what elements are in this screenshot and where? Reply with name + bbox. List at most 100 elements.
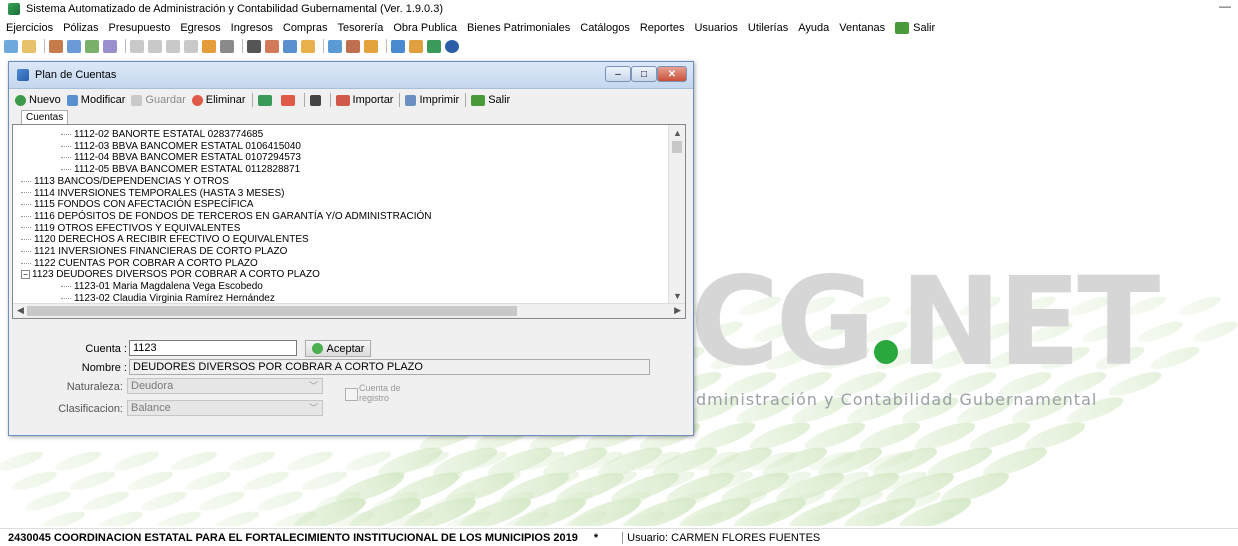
menu-compras[interactable]: Compras	[283, 22, 328, 34]
calculator-icon[interactable]	[247, 39, 261, 53]
certificate-icon[interactable]	[364, 39, 378, 53]
accounts-tree: 1112-02 BANORTE ESTATAL 0283774685 1112-0…	[12, 124, 686, 319]
nuevo-button[interactable]: Nuevo	[15, 94, 61, 106]
eliminar-button[interactable]: Eliminar	[191, 94, 246, 106]
transfer-icon[interactable]	[49, 39, 63, 53]
form-icon[interactable]	[130, 39, 144, 53]
form2-icon[interactable]	[148, 39, 162, 53]
app-icon	[8, 3, 20, 15]
dialog-close-button[interactable]: ✕	[657, 66, 687, 82]
grid-icon[interactable]	[103, 39, 117, 53]
menu-egresos[interactable]: Egresos	[180, 22, 220, 34]
tree-node[interactable]: 1112-04 BBVA BANCOMER ESTATAL 0107294573	[61, 152, 301, 164]
wave-shape	[55, 451, 101, 471]
tree-node[interactable]: 1112-02 BANORTE ESTATAL 0283774685	[61, 129, 263, 141]
wave-shape	[155, 511, 201, 526]
tree-node[interactable]: 1119 OTROS EFECTIVOS Y EQUIVALENTES	[21, 223, 240, 235]
form3-icon[interactable]	[166, 39, 180, 53]
scroll-right-icon[interactable]: ▶	[674, 305, 681, 316]
hscroll-thumb[interactable]	[27, 306, 517, 316]
guardar-button[interactable]: Guardar	[131, 94, 186, 106]
document-icon[interactable]	[85, 39, 99, 53]
status-marker: *	[593, 531, 599, 544]
dialog-minimize-button[interactable]: –	[605, 66, 631, 82]
tree-node[interactable]: 1112-05 BBVA BANCOMER ESTATAL 0112828871	[61, 164, 300, 176]
tree-node[interactable]: 1114 INVERSIONES TEMPORALES (HASTA 3 MES…	[21, 188, 284, 200]
menu-tesorería[interactable]: Tesorería	[338, 22, 384, 34]
wave-shape	[97, 511, 143, 526]
tools-icon[interactable]	[346, 39, 360, 53]
cancel-button[interactable]	[280, 94, 298, 106]
tree-node-label: 1116 DEPÓSITOS DE FONDOS DE TERCEROS EN …	[34, 210, 432, 222]
help-icon[interactable]	[445, 39, 459, 53]
menu-salir[interactable]: Salir	[913, 22, 935, 34]
tab-cuentas[interactable]: Cuentas	[21, 110, 69, 124]
salir-button[interactable]: Salir	[471, 94, 510, 106]
menu-bienes-patrimoniales[interactable]: Bienes Patrimoniales	[467, 22, 570, 34]
binoculars-icon	[309, 94, 321, 106]
menu-obra-publica[interactable]: Obra Publica	[393, 22, 457, 34]
cart-icon[interactable]	[283, 39, 297, 53]
tree-node-label: 1112-04 BBVA BANCOMER ESTATAL 0107294573	[74, 152, 301, 164]
print-icon[interactable]	[220, 39, 234, 53]
nombre-label: Nombre :	[81, 362, 127, 374]
collapse-icon[interactable]: −	[21, 270, 30, 280]
importar-button[interactable]: Importar	[335, 94, 393, 106]
tree-node[interactable]: 1122 CUENTAS POR COBRAR A CORTO PLAZO	[21, 258, 258, 270]
scroll-up-icon[interactable]: ▲	[673, 128, 682, 138]
tree-node[interactable]: 1115 FONDOS CON AFECTACIÓN ESPECÍFICA	[21, 199, 254, 211]
menu-ayuda[interactable]: Ayuda	[798, 22, 829, 34]
refresh-icon[interactable]	[4, 39, 18, 53]
menu-reportes[interactable]: Reportes	[640, 22, 685, 34]
box-icon[interactable]	[301, 39, 315, 53]
tree-node[interactable]: 1113 BANCOS/DEPENDENCIAS Y OTROS	[21, 176, 229, 188]
tree-node[interactable]: 1116 DEPÓSITOS DE FONDOS DE TERCEROS EN …	[21, 211, 432, 223]
wave-shape	[127, 471, 173, 491]
cuenta-input[interactable]: 1123	[129, 340, 297, 356]
dialog-titlebar: Plan de Cuentas – □ ✕	[9, 62, 693, 89]
edit-icon[interactable]	[265, 39, 279, 53]
tree-node[interactable]: 1123-01 Maria Magdalena Vega Escobedo	[61, 281, 263, 293]
tree-node[interactable]: 1121 INVERSIONES FINANCIERAS DE CORTO PL…	[21, 246, 287, 258]
dialog-toolbar: Nuevo Modificar Guardar Eliminar Importa…	[9, 91, 693, 109]
form4-icon[interactable]	[184, 39, 198, 53]
report-icon[interactable]	[202, 39, 216, 53]
users-icon[interactable]	[409, 39, 423, 53]
scroll-thumb[interactable]	[672, 141, 682, 153]
tree-icon[interactable]	[391, 39, 405, 53]
exchange-icon[interactable]	[67, 39, 81, 53]
cuenta-registro-checkbox[interactable]	[345, 388, 358, 401]
menu-ingresos[interactable]: Ingresos	[231, 22, 273, 34]
delete-icon	[191, 94, 203, 106]
app-title: Sistema Automatizado de Administración y…	[26, 3, 444, 15]
dialog-maximize-button[interactable]: □	[631, 66, 657, 82]
tree-node[interactable]: 1120 DERECHOS A RECIBIR EFECTIVO O EQUIV…	[21, 234, 309, 246]
app-minimize-button[interactable]: —	[1218, 0, 1232, 14]
tree-node[interactable]: −1123 DEUDORES DIVERSOS POR COBRAR A COR…	[21, 269, 320, 281]
menu-utilerías[interactable]: Utilerías	[748, 22, 788, 34]
ledger-icon[interactable]	[328, 39, 342, 53]
horizontal-scrollbar[interactable]: ◀ ▶	[13, 303, 685, 318]
tree-node-label: 1113 BANCOS/DEPENDENCIAS Y OTROS	[34, 175, 229, 187]
tree-node[interactable]: 1112-03 BBVA BANCOMER ESTATAL 0106415040	[61, 141, 301, 153]
menu-catálogos[interactable]: Catálogos	[580, 22, 630, 34]
organization-name: 2430045 COORDINACION ESTATAL PARA EL FOR…	[8, 531, 578, 544]
search-button[interactable]	[309, 94, 324, 106]
modificar-button[interactable]: Modificar	[66, 94, 125, 106]
menu-ventanas[interactable]: Ventanas	[839, 22, 885, 34]
menu-presupuesto[interactable]: Presupuesto	[109, 22, 171, 34]
copy-icon[interactable]	[22, 39, 36, 53]
menu-usuarios[interactable]: Usuarios	[694, 22, 737, 34]
vertical-scrollbar[interactable]: ▲ ▼	[668, 125, 685, 304]
imprimir-button[interactable]: Imprimir	[405, 94, 459, 106]
scroll-down-icon[interactable]: ▼	[673, 291, 682, 301]
menu-pólizas[interactable]: Pólizas	[63, 22, 98, 34]
scroll-left-icon[interactable]: ◀	[17, 305, 24, 316]
export-excel-button[interactable]	[257, 94, 275, 106]
chart-icon[interactable]	[427, 39, 441, 53]
clasificacion-select[interactable]: Balance ﹀	[127, 400, 323, 416]
aceptar-button[interactable]: Aceptar	[305, 340, 371, 357]
plan-de-cuentas-window: Plan de Cuentas – □ ✕ Nuevo Modificar Gu…	[8, 61, 694, 436]
naturaleza-select[interactable]: Deudora ﹀	[127, 378, 323, 394]
menu-ejercicios[interactable]: Ejercicios	[6, 22, 53, 34]
